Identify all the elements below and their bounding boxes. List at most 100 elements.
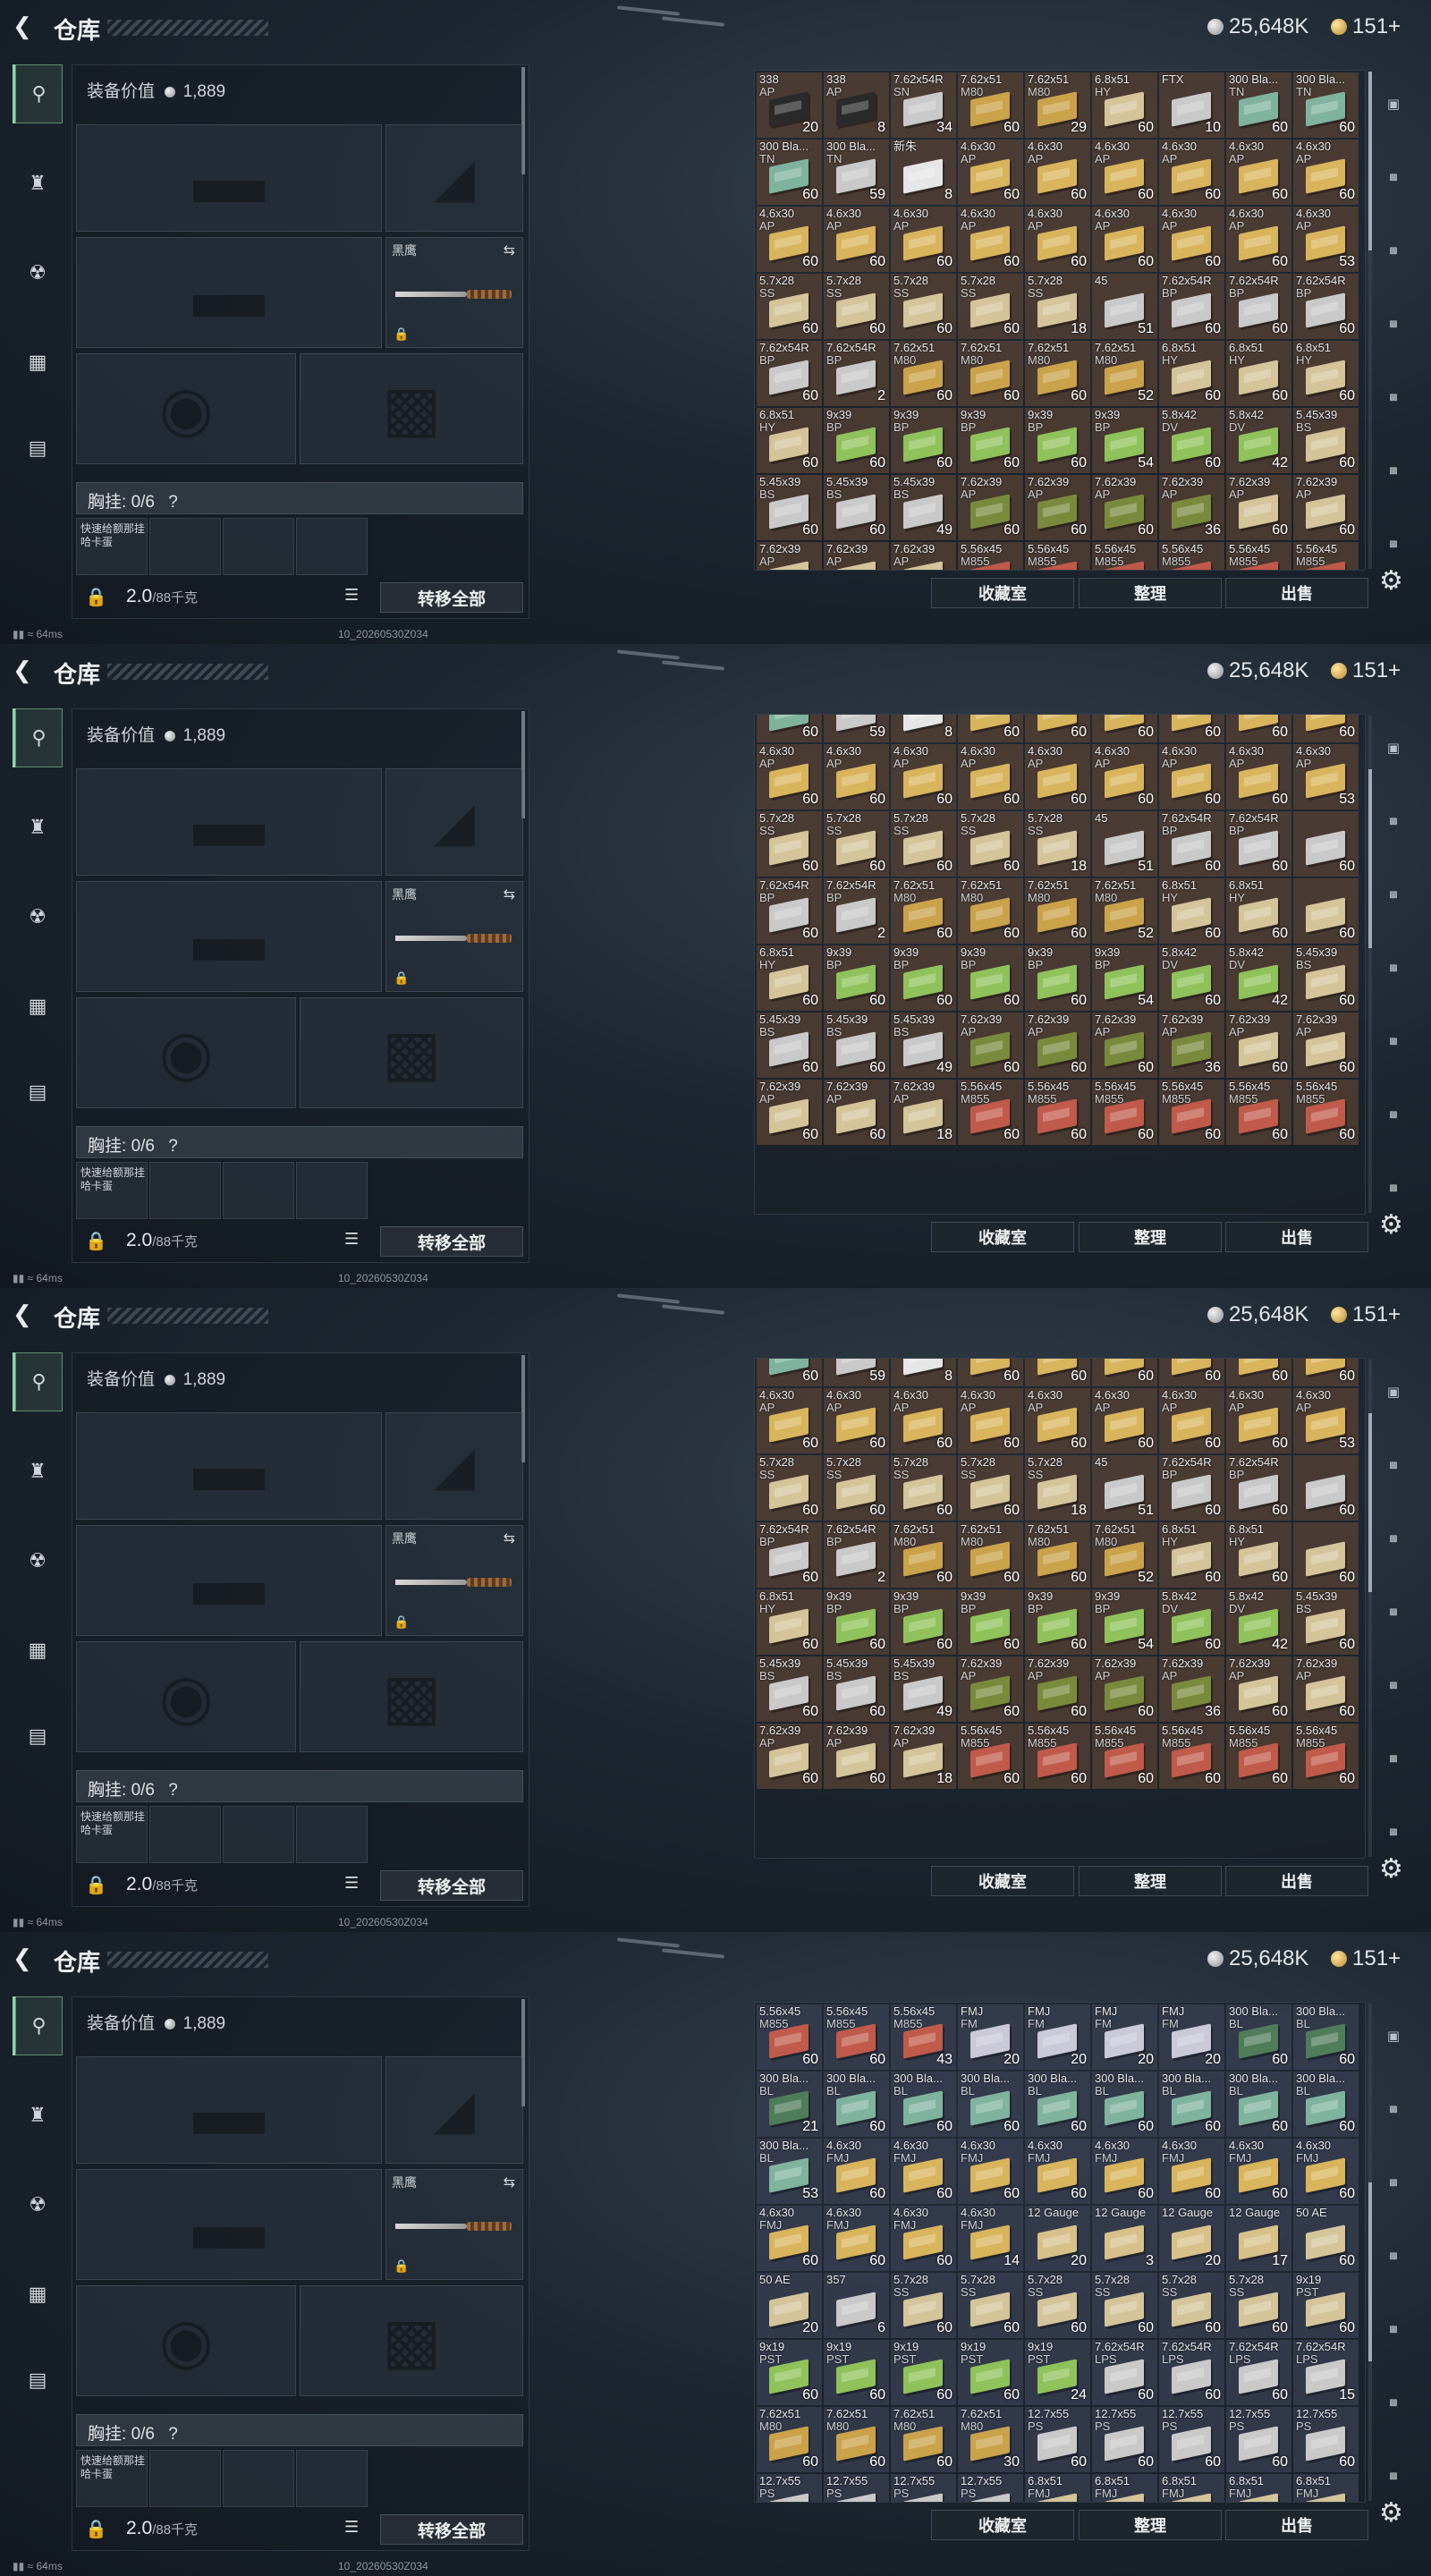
ammo-item-cell[interactable]: 5.7x28 SS 60 [1025,2273,1090,2338]
ammo-item-cell[interactable]: 9x19 PST 60 [891,2340,956,2405]
secondary-weapon-slot[interactable]: ▬ [76,1525,382,1636]
ammo-item-cell[interactable]: 9x19 PST 60 [757,2340,822,2405]
ammo-item-cell[interactable]: 4.6x30 AP 53 [1293,1388,1359,1453]
ammo-item-cell[interactable]: 300 Bla... BL 60 [1226,2072,1291,2137]
safe-box-icon[interactable]: ▣ [1376,2018,1411,2054]
stash-tab-icon[interactable]: ▩ [1376,877,1411,912]
ammo-item-cell[interactable]: 45 51 [1092,274,1157,339]
ammo-item-cell[interactable]: 4.6x30 FMJ 60 [1025,2139,1090,2204]
ammo-item-cell[interactable]: 60 [1293,811,1359,877]
stash-tab-icon[interactable]: ▩ [1376,1097,1411,1132]
rig-slot[interactable]: 快速给额那挂 哈卡蛋 [76,2450,148,2507]
ammo-item-cell[interactable]: 9x39 BP 60 [1025,945,1090,1011]
rig-slot[interactable]: 快速给额那挂 哈卡蛋 [76,1162,148,1219]
ammo-item-cell[interactable]: 4.6x30 AP 53 [1293,207,1359,272]
ammo-item-cell[interactable]: 7.62x54R SN 34 [891,72,956,138]
ammo-item-cell[interactable]: 4.6x30 AP 60 [958,207,1023,272]
ammo-item-cell[interactable]: 50 AE 20 [757,2273,822,2338]
ammo-item-cell[interactable]: 5.7x28 SS 60 [1159,2273,1224,2338]
ammo-item-cell[interactable]: 5.7x28 SS 60 [958,2273,1023,2338]
stash-tab-icon[interactable]: ▩ [1376,803,1411,839]
ammo-item-cell[interactable]: 4.6x30 FMJ 14 [958,2206,1023,2271]
ammo-item-cell[interactable]: 4.6x30 AP 60 [1025,1388,1090,1453]
ammo-item-cell[interactable]: 5.45x39 BS 49 [891,1013,956,1078]
rig-category-icon[interactable]: ▦ [13,333,63,392]
ammo-item-cell[interactable]: 7.62x39AP 18 [891,1724,956,1789]
ammo-item-cell[interactable]: 7.62x39AP60 [757,1080,822,1145]
ammo-item-cell[interactable]: 6.8x51 HY 60 [1159,341,1224,406]
primary-weapon-slot[interactable]: ▬ [76,768,382,876]
ammo-item-cell[interactable]: 7.62x51 M80 52 [1092,878,1157,944]
ammo-item-cell[interactable]: 5.56x45M85560 [1226,542,1291,570]
back-arrow-icon[interactable]: ❮ [13,1302,36,1326]
ammo-item-cell[interactable]: 5.7x28 SS 60 [757,811,822,877]
ammo-item-cell[interactable]: 7.62x54R LPS 15 [1293,2340,1359,2405]
ammo-item-cell[interactable]: 7.62x39AP60 [824,1724,889,1789]
ammo-item-cell[interactable]: 9x19 PST 60 [958,2340,1023,2405]
sell-button[interactable]: 出售 [1225,1222,1368,1252]
ammo-item-cell[interactable]: 12 Gauge 3 [1092,2206,1157,2271]
ammo-item-cell[interactable]: 60 [1293,715,1359,742]
ammo-item-cell[interactable]: 6.8x51 HY 60 [757,945,822,1011]
rig-slot[interactable] [296,1806,368,1863]
ammo-item-cell[interactable]: 5.7x28 SS 60 [958,274,1023,339]
sell-button[interactable]: 出售 [1225,1866,1368,1896]
ammo-item-cell[interactable]: 7.62x39AP60 [1226,475,1291,540]
stash-tab-icon[interactable]: ▩ [1376,2238,1411,2274]
ammo-item-cell[interactable]: 5.56x45M85560 [1159,1724,1224,1789]
ammo-item-cell[interactable]: 7.62x39AP60 [1092,1013,1157,1078]
stash-scrollbar-thumb[interactable] [1368,2182,1372,2361]
ammo-item-cell[interactable]: 300 Bla... BL 60 [824,2072,889,2137]
ammo-item-cell[interactable]: 300 Bla... TN 60 [1293,72,1359,138]
list-icon[interactable]: ☰ [344,2518,359,2537]
ammo-item-cell[interactable]: 7.62x54R BP 60 [757,878,822,944]
settings-gear-icon[interactable]: ⚙ [1379,1853,1403,1885]
list-icon[interactable]: ☰ [344,586,359,605]
ammo-item-cell[interactable]: 12.7x55PS60 [958,2474,1023,2502]
stash-scrollbar-thumb[interactable] [1368,769,1372,948]
ammo-item-cell[interactable]: 300 Bla... BL 60 [1293,2004,1359,2070]
backpack-category-icon[interactable]: ☢ [13,2175,63,2234]
ammo-item-cell[interactable]: 7.62x54R BP 60 [1159,274,1224,339]
pistol-category-icon[interactable]: ⚲ [13,708,63,767]
safe-box-icon[interactable]: ▣ [1376,1374,1411,1410]
backpack-category-icon[interactable]: ☢ [13,243,63,302]
rig-category-icon[interactable]: ▦ [13,1621,63,1680]
help-icon[interactable]: ? [168,1781,178,1800]
ammo-item-cell[interactable]: 7.62x54R BP 60 [1293,274,1359,339]
ammo-item-cell[interactable]: 9x39 BP 60 [958,408,1023,473]
melee-slot[interactable]: 黑鹰 ⇆ 🔒 [385,1525,523,1636]
ammo-item-cell[interactable]: 9x39 BP 60 [891,945,956,1011]
ammo-item-cell[interactable]: 357 6 [824,2273,889,2338]
ammo-item-cell[interactable]: 338 AP 8 [824,72,889,138]
ammo-item-cell[interactable]: 4.6x30 AP 60 [891,744,956,809]
ammo-item-cell[interactable]: 4.6x30 FMJ 60 [824,2139,889,2204]
ammo-item-cell[interactable]: 5.45x39 BS 60 [824,475,889,540]
ammo-item-cell[interactable]: 5.56x45M85560 [824,2004,889,2070]
ammo-item-cell[interactable]: 7.62x39AP60 [1293,1657,1359,1722]
ammo-item-cell[interactable]: FMJ FM 20 [958,2004,1023,2070]
rig-slot[interactable] [296,1162,368,1219]
ammo-item-cell[interactable]: 5.7x28 SS 60 [958,811,1023,877]
helmet-slot[interactable]: ◉ [76,1641,296,1752]
ammo-item-cell[interactable]: 4.6x30 AP 60 [1092,1388,1157,1453]
transfer-all-button[interactable]: 转移全部 [380,2514,523,2545]
ammo-item-cell[interactable]: 5.8x42 DV 42 [1226,1589,1291,1655]
ammo-item-cell[interactable]: 7.62x39AP60 [757,542,822,570]
ammo-item-cell[interactable]: 5.56x45M85560 [1025,542,1090,570]
helmet-slot[interactable]: ◉ [76,2285,296,2396]
ammo-item-cell[interactable]: 4.6x30 AP 60 [1159,207,1224,272]
ammo-item-cell[interactable]: 4.6x30 AP 60 [1025,140,1090,205]
armor-category-icon[interactable]: ♜ [13,2086,63,2145]
ammo-item-cell[interactable]: 5.56x45M85560 [1025,1080,1090,1145]
back-arrow-icon[interactable]: ❮ [13,1946,36,1970]
armor-category-icon[interactable]: ♜ [13,1442,63,1501]
gold-currency[interactable]: 151+ [1331,14,1401,39]
ammo-item-cell[interactable]: 59 [824,715,889,742]
ammo-item-cell[interactable]: 8 [891,1359,956,1386]
help-icon[interactable]: ? [168,493,178,512]
rig-slot[interactable]: 快速给额那挂 哈卡蛋 [76,1806,148,1863]
ammo-item-cell[interactable]: 4.6x30 AP 60 [1092,207,1157,272]
stash-tab-icon[interactable]: ▩ [1376,2385,1411,2420]
ammo-item-cell[interactable]: 7.62x51 M80 29 [1025,72,1090,138]
